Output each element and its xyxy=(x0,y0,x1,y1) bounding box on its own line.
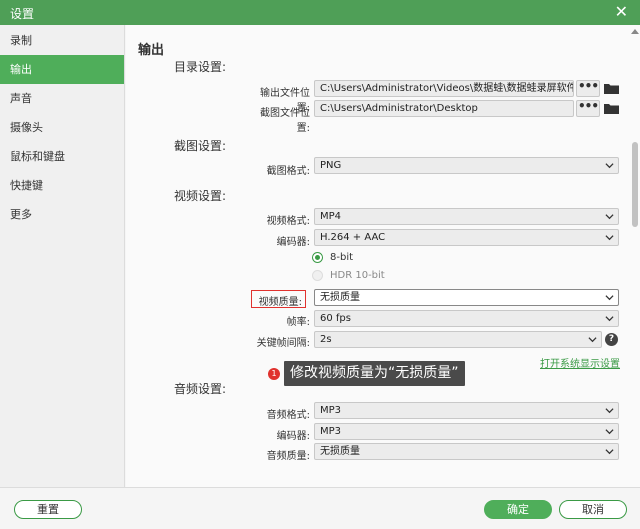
screenshot-location-field[interactable]: C:\Users\Administrator\Desktop xyxy=(314,100,574,117)
fps-label: 帧率: xyxy=(286,317,310,328)
video-format-label: 视频格式: xyxy=(266,216,310,227)
cancel-button[interactable]: 取消 xyxy=(559,500,627,519)
audio-format-select[interactable]: MP3 xyxy=(314,402,619,419)
keyframe-interval-label: 关键帧间隔: xyxy=(256,338,310,349)
fps-value: 60 fps xyxy=(320,313,351,324)
title-bar: 设置 ✕ xyxy=(0,0,640,25)
directory-group-title: 目录设置: xyxy=(174,60,227,74)
sidebar-item-hotkeys[interactable]: 快捷键 xyxy=(0,171,124,200)
video-encoder-label: 编码器: xyxy=(276,237,310,248)
browse-output-button[interactable]: ••• xyxy=(576,80,600,97)
video-quality-value: 无损质量 xyxy=(320,292,360,303)
browse-screenshot-button[interactable]: ••• xyxy=(576,100,600,117)
chevron-down-icon xyxy=(605,427,614,436)
bit-8-radio[interactable] xyxy=(312,252,323,263)
sidebar-item-output[interactable]: 输出 xyxy=(0,55,124,84)
chevron-down-icon xyxy=(605,406,614,415)
audio-encoder-value: MP3 xyxy=(320,426,342,437)
scroll-up-icon[interactable] xyxy=(631,28,639,34)
chevron-down-icon xyxy=(605,447,614,456)
ok-button[interactable]: 确定 xyxy=(484,500,552,519)
folder-icon[interactable] xyxy=(604,83,619,94)
output-location-field[interactable]: C:\Users\Administrator\Videos\数据蛙\数据蛙录屏软… xyxy=(314,80,574,97)
sidebar-item-more[interactable]: 更多 xyxy=(0,200,124,229)
screenshot-group-title: 截图设置: xyxy=(174,139,227,153)
window-title: 设置 xyxy=(10,7,35,21)
audio-group-title: 音频设置: xyxy=(174,382,227,396)
audio-quality-select[interactable]: 无损质量 xyxy=(314,443,619,460)
sidebar-item-audio[interactable]: 声音 xyxy=(0,84,124,113)
fps-select[interactable]: 60 fps xyxy=(314,310,619,327)
scrollbar[interactable] xyxy=(630,25,640,487)
screenshot-format-select[interactable]: PNG xyxy=(314,157,619,174)
hdr-10-bit-label: HDR 10-bit xyxy=(330,270,385,281)
folder-icon[interactable] xyxy=(604,103,619,114)
sidebar: 录制 输出 声音 摄像头 鼠标和键盘 快捷键 更多 xyxy=(0,25,125,487)
audio-format-value: MP3 xyxy=(320,405,342,416)
audio-encoder-select[interactable]: MP3 xyxy=(314,423,619,440)
audio-encoder-label: 编码器: xyxy=(276,431,310,442)
sidebar-item-camera[interactable]: 摄像头 xyxy=(0,113,124,142)
video-format-select[interactable]: MP4 xyxy=(314,208,619,225)
chevron-down-icon xyxy=(588,335,597,344)
video-encoder-value: H.264 + AAC xyxy=(320,232,386,243)
audio-quality-value: 无损质量 xyxy=(320,446,360,457)
video-format-value: MP4 xyxy=(320,211,342,222)
chevron-down-icon xyxy=(605,212,614,221)
section-title: 输出 xyxy=(138,43,165,58)
chevron-down-icon xyxy=(605,161,614,170)
scroll-thumb[interactable] xyxy=(632,142,638,227)
open-display-settings-link[interactable]: 打开系统显示设置 xyxy=(540,355,620,370)
screenshot-location-label: 截图文件位置: xyxy=(260,108,310,134)
video-quality-label: 视频质量: xyxy=(258,297,302,308)
audio-format-label: 音频格式: xyxy=(266,410,310,421)
sidebar-item-record[interactable]: 录制 xyxy=(0,26,124,55)
close-icon[interactable]: ✕ xyxy=(615,3,628,21)
chevron-down-icon xyxy=(605,233,614,242)
annotation-tooltip: 修改视频质量为“无损质量” xyxy=(284,361,465,386)
video-encoder-select[interactable]: H.264 + AAC xyxy=(314,229,619,246)
settings-panel: 输出 目录设置: 输出文件位置: C:\Users\Administrator\… xyxy=(126,25,640,487)
reset-button[interactable]: 重置 xyxy=(14,500,82,519)
help-icon[interactable]: ? xyxy=(605,333,618,346)
bit-8-label: 8-bit xyxy=(330,252,354,263)
hdr-10-bit-radio[interactable] xyxy=(312,270,323,281)
chevron-down-icon xyxy=(605,314,614,323)
screenshot-format-label: 截图格式: xyxy=(266,166,310,177)
screenshot-format-value: PNG xyxy=(320,160,342,171)
step-badge: 1 xyxy=(268,368,280,380)
footer: 重置 确定 取消 xyxy=(0,487,640,529)
keyframe-interval-value: 2s xyxy=(320,334,332,345)
sidebar-item-mouse-keyboard[interactable]: 鼠标和键盘 xyxy=(0,142,124,171)
video-quality-select[interactable]: 无损质量 xyxy=(314,289,619,306)
audio-quality-label: 音频质量: xyxy=(266,451,310,462)
chevron-down-icon xyxy=(605,293,614,302)
keyframe-interval-select[interactable]: 2s xyxy=(314,331,602,348)
video-group-title: 视频设置: xyxy=(174,189,227,203)
